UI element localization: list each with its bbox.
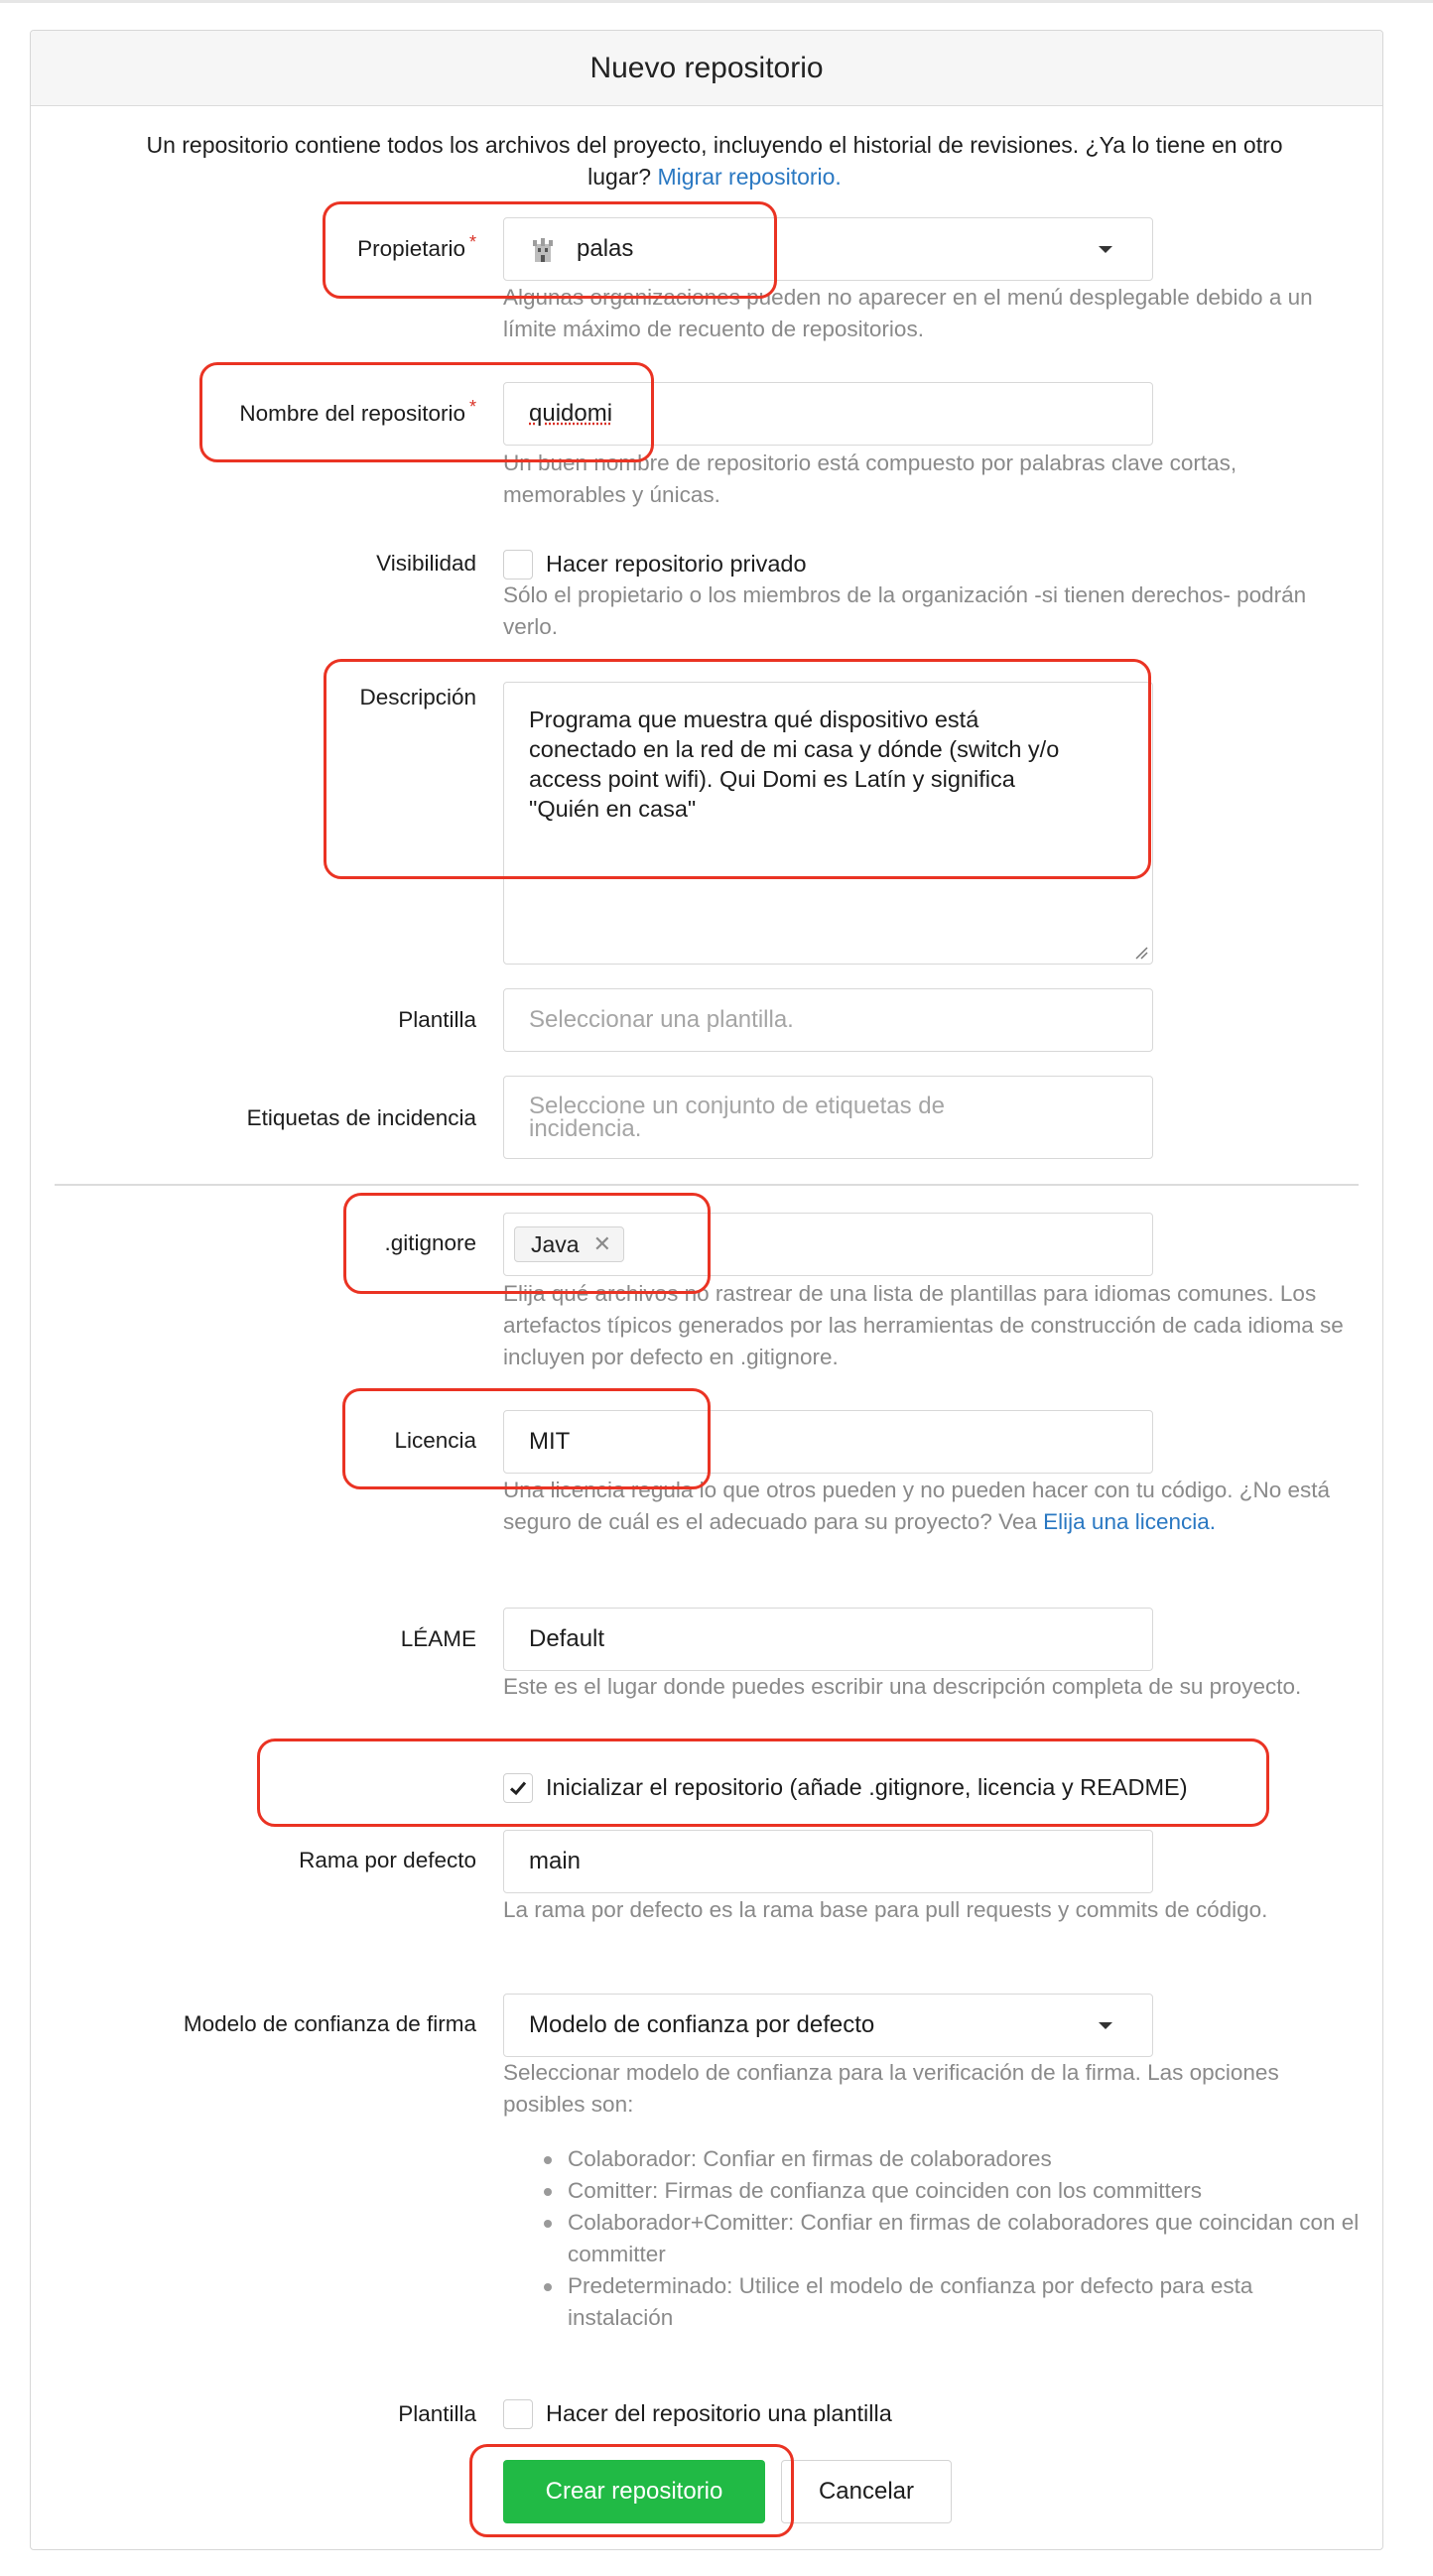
gitignore-tag: Java ✕ [514, 1226, 625, 1262]
intro-question: lugar? [587, 164, 652, 190]
repo-name-label: Nombre del repositorio * [239, 397, 476, 427]
auto-init-checkbox[interactable] [503, 1773, 533, 1803]
private-checkbox[interactable] [503, 550, 533, 580]
issue-labels-dropdown[interactable]: Seleccione un conjunto de etiquetas de i… [503, 1076, 1153, 1159]
description-value: Programa que muestra qué dispositivo est… [529, 707, 1060, 822]
owner-help: Algunas organizaciones pueden no aparece… [503, 285, 1313, 341]
trust-model-label: Modelo de confianza de firma [183, 2011, 476, 2036]
trust-model-help: Seleccionar modelo de confianza para la … [503, 2060, 1279, 2117]
checkmark-icon [509, 1781, 527, 1796]
trust-option: Comitter: Firmas de confianza que coinci… [536, 2175, 1360, 2207]
owner-value: palas [577, 235, 634, 262]
create-repo-button[interactable]: Crear repositorio [503, 2460, 765, 2523]
chevron-down-icon [1099, 2022, 1112, 2029]
required-asterisk: * [468, 397, 476, 417]
repo-name-value: quidomi [529, 400, 613, 427]
default-branch-label: Rama por defecto [299, 1848, 476, 1872]
cancel-button[interactable]: Cancelar [781, 2460, 952, 2523]
readme-label: LÉAME [400, 1626, 476, 1651]
repo-name-help: Un buen nombre de repositorio está compu… [503, 451, 1238, 507]
issue-labels-placeholder: Seleccione un conjunto de etiquetas de i… [529, 1093, 945, 1142]
resize-grip-icon[interactable] [1134, 946, 1148, 960]
make-template-checkbox[interactable] [503, 2399, 533, 2429]
private-checkbox-label[interactable]: Hacer repositorio privado [546, 551, 807, 578]
gitignore-tag-label: Java [531, 1230, 580, 1257]
trust-option: Colaborador: Confiar en firmas de colabo… [536, 2143, 1360, 2175]
gitignore-help: Elija qué archivos no rastrear de una li… [503, 1281, 1344, 1369]
license-dropdown[interactable]: MIT [503, 1410, 1153, 1474]
close-icon[interactable]: ✕ [593, 1231, 611, 1257]
repo-name-label-text: Nombre del repositorio [239, 401, 465, 426]
template-placeholder: Seleccionar una plantilla. [529, 1006, 794, 1033]
page-title: Nuevo repositorio [31, 31, 1382, 106]
section-divider [55, 1184, 1359, 1186]
make-template-label: Plantilla [398, 2401, 476, 2426]
issue-labels-label: Etiquetas de incidencia [246, 1105, 476, 1130]
trust-model-options: Colaborador: Confiar en firmas de colabo… [536, 2143, 1360, 2334]
trust-model-value: Modelo de confianza por defecto [529, 2011, 875, 2038]
choose-license-link[interactable]: Elija una licencia. [1043, 1509, 1216, 1534]
trust-model-dropdown[interactable]: Modelo de confianza por defecto [503, 1994, 1153, 2057]
gitignore-label: .gitignore [384, 1230, 476, 1255]
intro-text-line2: lugar? Migrar repositorio. [30, 161, 1399, 193]
make-template-checkbox-label[interactable]: Hacer del repositorio una plantilla [546, 2400, 892, 2427]
visibility-label: Visibilidad [376, 551, 476, 576]
intro-text: Un repositorio contiene todos los archiv… [146, 132, 1283, 158]
readme-help: Este es el lugar donde puedes escribir u… [503, 1674, 1302, 1699]
top-divider [0, 0, 1433, 3]
default-branch-help: La rama por defecto es la rama base para… [503, 1897, 1268, 1922]
migrate-repo-link[interactable]: Migrar repositorio. [657, 164, 841, 190]
license-value: MIT [529, 1428, 571, 1455]
chevron-down-icon [1099, 246, 1112, 253]
template-dropdown[interactable]: Seleccionar una plantilla. [503, 988, 1153, 1052]
owner-dropdown[interactable]: palas [503, 217, 1153, 281]
auto-init-checkbox-label[interactable]: Inicializar el repositorio (añade .gitig… [546, 1774, 1188, 1801]
readme-value: Default [529, 1625, 605, 1652]
owner-label: Propietario * [357, 232, 476, 262]
trust-option: Predeterminado: Utilice el modelo de con… [536, 2270, 1360, 2334]
owner-avatar-icon [529, 234, 557, 264]
readme-dropdown[interactable]: Default [503, 1608, 1153, 1671]
default-branch-input[interactable]: main [503, 1830, 1153, 1893]
default-branch-value: main [529, 1848, 582, 1874]
trust-option: Colaborador+Comitter: Confiar en firmas … [536, 2207, 1360, 2270]
repo-name-input[interactable]: quidomi [503, 382, 1153, 446]
required-asterisk: * [468, 232, 476, 252]
owner-label-text: Propietario [357, 236, 465, 261]
description-label: Descripción [359, 685, 476, 709]
template-label: Plantilla [398, 1007, 476, 1032]
visibility-help: Sólo el propietario o los miembros de la… [503, 582, 1307, 639]
license-label: Licencia [394, 1428, 476, 1453]
description-textarea[interactable]: Programa que muestra qué dispositivo est… [503, 682, 1153, 965]
license-help: Una licencia regula lo que otros pueden … [503, 1475, 1357, 1538]
gitignore-dropdown[interactable]: Java ✕ [503, 1213, 1153, 1276]
